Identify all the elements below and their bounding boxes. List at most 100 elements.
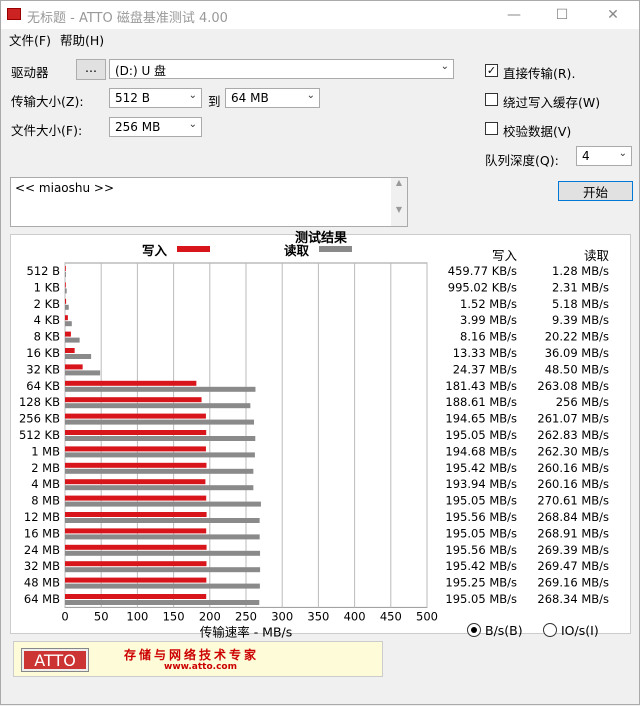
app-window: 无标题 - ATTO 磁盘基准测试 4.00 — ☐ ✕ 文件(F) 帮助(H)… (0, 0, 640, 705)
read-value-label: 262.30 MB/s (537, 444, 609, 458)
write-value-label: 195.42 MB/s (445, 461, 517, 475)
write-bar (65, 315, 68, 321)
category-label: 64 MB (24, 592, 60, 606)
write-bar (65, 298, 67, 304)
read-bar (65, 518, 260, 523)
write-bar (65, 413, 206, 419)
write-column-header: 写入 (492, 248, 518, 263)
category-label: 32 KB (26, 362, 60, 376)
category-label: 4 MB (31, 477, 60, 491)
write-bar (65, 397, 202, 403)
read-bar (65, 567, 261, 573)
read-bar (65, 321, 72, 327)
write-value-label: 3.99 MB/s (460, 313, 517, 327)
read-value-label: 268.34 MB/s (537, 592, 609, 606)
read-bar (65, 272, 66, 277)
read-value-label: 263.08 MB/s (537, 379, 609, 393)
category-label: 32 MB (24, 559, 60, 573)
read-value-label: 20.22 MB/s (545, 330, 609, 344)
category-label: 8 MB (31, 494, 60, 508)
category-label: 512 KB (19, 428, 60, 442)
units-bs-label[interactable]: B/s(B) (485, 623, 523, 638)
category-label: 512 B (27, 264, 61, 278)
write-bar (65, 544, 207, 550)
read-bar (65, 337, 80, 343)
write-value-label: 195.05 MB/s (445, 428, 517, 442)
read-value-label: 48.50 MB/s (545, 362, 609, 376)
read-bar (65, 583, 260, 589)
x-tick-label: 200 (199, 609, 221, 623)
write-value-label: 194.65 MB/s (445, 412, 517, 426)
read-value-label: 269.47 MB/s (537, 559, 609, 573)
read-bar (65, 501, 261, 507)
x-tick-label: 50 (94, 609, 109, 623)
read-bar (65, 419, 255, 425)
units-ios-radio[interactable] (543, 623, 557, 637)
banner-tagline: 存储与网络技术专家 (124, 648, 260, 662)
write-value-label: 181.43 MB/s (445, 379, 517, 393)
read-bar (65, 403, 251, 409)
read-value-label: 1.28 MB/s (552, 264, 609, 278)
legend-write-swatch (177, 246, 210, 252)
atto-banner[interactable]: ATTO 存储与网络技术专家 www.atto.com (13, 641, 383, 677)
write-bar (65, 364, 83, 370)
write-value-label: 195.56 MB/s (445, 510, 517, 524)
x-tick-label: 500 (416, 609, 438, 623)
x-tick-label: 450 (380, 609, 402, 623)
category-label: 2 MB (31, 461, 60, 475)
write-value-label: 195.42 MB/s (445, 559, 517, 573)
read-value-label: 9.39 MB/s (552, 313, 609, 327)
write-value-label: 195.05 MB/s (445, 526, 517, 540)
read-value-label: 262.83 MB/s (537, 428, 609, 442)
read-value-label: 270.61 MB/s (537, 494, 609, 508)
read-bar (65, 485, 254, 491)
category-label: 24 MB (24, 543, 60, 557)
category-label: 1 KB (34, 280, 61, 294)
read-bar (65, 288, 67, 294)
category-label: 1 MB (31, 444, 60, 458)
units-bs-radio[interactable] (467, 623, 481, 637)
units-ios-label[interactable]: IO/s(I) (561, 623, 599, 638)
write-value-label: 194.68 MB/s (445, 444, 517, 458)
write-bar (65, 348, 75, 353)
read-value-label: 260.16 MB/s (537, 477, 609, 491)
read-bar (65, 468, 254, 474)
x-tick-label: 0 (61, 609, 68, 623)
radio-selected-dot (471, 627, 477, 633)
category-label: 256 KB (19, 412, 60, 426)
write-bar (65, 528, 207, 534)
write-value-label: 1.52 MB/s (460, 297, 517, 311)
write-bar (65, 282, 66, 288)
x-tick-label: 300 (271, 609, 293, 623)
x-tick-label: 400 (344, 609, 366, 623)
category-label: 2 KB (34, 297, 61, 311)
read-bar (65, 600, 260, 605)
read-value-label: 268.91 MB/s (537, 526, 609, 540)
x-tick-label: 250 (235, 609, 257, 623)
write-value-label: 195.05 MB/s (445, 592, 517, 606)
write-value-label: 193.94 MB/s (445, 477, 517, 491)
read-column-header: 读取 (584, 248, 610, 263)
write-value-label: 8.16 MB/s (460, 330, 517, 344)
write-value-label: 195.05 MB/s (445, 494, 517, 508)
read-value-label: 268.84 MB/s (537, 510, 609, 524)
legend-read-label: 读取 (284, 243, 310, 258)
x-tick-label: 100 (126, 609, 148, 623)
write-bar (65, 446, 206, 452)
read-value-label: 269.39 MB/s (537, 543, 609, 557)
read-value-label: 269.16 MB/s (537, 576, 609, 590)
read-value-label: 36.09 MB/s (545, 346, 609, 360)
category-label: 12 MB (24, 510, 60, 524)
category-label: 4 KB (34, 313, 61, 327)
read-bar (65, 452, 255, 458)
read-bar (65, 304, 69, 310)
category-label: 8 KB (34, 330, 61, 344)
category-label: 16 KB (26, 346, 60, 360)
x-tick-label: 350 (307, 609, 329, 623)
category-label: 16 MB (24, 526, 60, 540)
read-bar (65, 386, 256, 392)
category-label: 64 KB (26, 379, 60, 393)
write-bar (65, 331, 71, 337)
read-bar (65, 534, 260, 540)
read-value-label: 260.16 MB/s (537, 461, 609, 475)
